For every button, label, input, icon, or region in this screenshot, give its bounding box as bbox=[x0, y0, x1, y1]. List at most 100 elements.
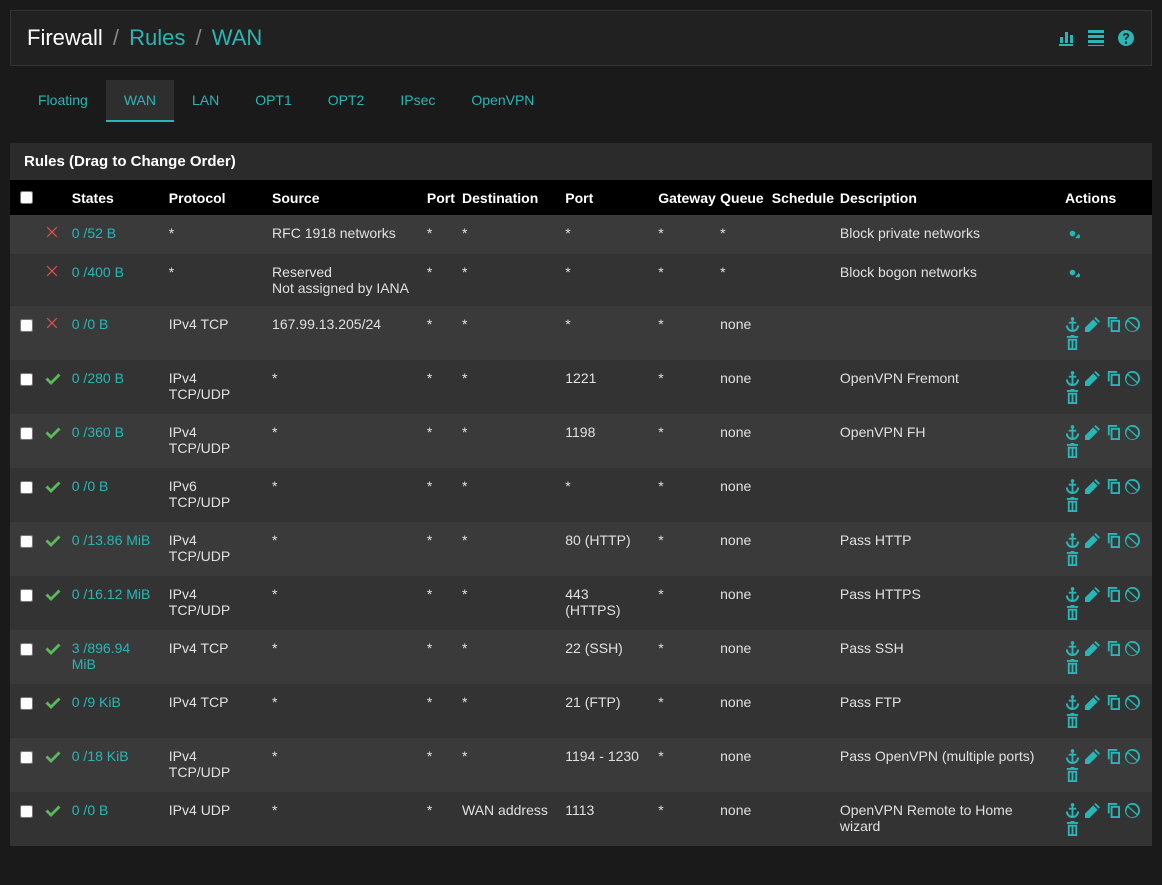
row-select-checkbox[interactable] bbox=[20, 481, 33, 494]
edit-icon[interactable] bbox=[1085, 748, 1101, 764]
delete-icon[interactable] bbox=[1065, 550, 1081, 566]
states-link[interactable]: 3 /896.94 MiB bbox=[72, 640, 130, 672]
breadcrumb-sub[interactable]: Rules bbox=[129, 25, 185, 50]
disable-icon[interactable] bbox=[1125, 316, 1141, 332]
row-select-checkbox[interactable] bbox=[20, 319, 33, 332]
bar-chart-icon[interactable] bbox=[1057, 29, 1075, 47]
anchor-icon[interactable] bbox=[1065, 532, 1081, 548]
tab-opt2[interactable]: OPT2 bbox=[310, 80, 383, 122]
settings-icon[interactable] bbox=[1065, 225, 1081, 241]
edit-icon[interactable] bbox=[1085, 370, 1101, 386]
rule-row[interactable]: 0 /16.12 MiBIPv4 TCP/UDP***443 (HTTPS)*n… bbox=[10, 576, 1152, 630]
delete-icon[interactable] bbox=[1065, 712, 1081, 728]
rule-row[interactable]: 0 /13.86 MiBIPv4 TCP/UDP***80 (HTTP)*non… bbox=[10, 522, 1152, 576]
disable-icon[interactable] bbox=[1125, 748, 1141, 764]
anchor-icon[interactable] bbox=[1065, 586, 1081, 602]
edit-icon[interactable] bbox=[1085, 532, 1101, 548]
help-icon[interactable] bbox=[1117, 29, 1135, 47]
copy-icon[interactable] bbox=[1105, 802, 1121, 818]
row-select-checkbox[interactable] bbox=[20, 751, 33, 764]
states-link[interactable]: 0 /0 B bbox=[72, 802, 109, 818]
disable-icon[interactable] bbox=[1125, 802, 1141, 818]
edit-icon[interactable] bbox=[1085, 478, 1101, 494]
pass-icon bbox=[45, 586, 61, 602]
states-link[interactable]: 0 /18 KiB bbox=[72, 748, 129, 764]
states-link[interactable]: 0 /360 B bbox=[72, 424, 124, 440]
row-select-checkbox[interactable] bbox=[20, 805, 33, 818]
row-select-checkbox[interactable] bbox=[20, 643, 33, 656]
rule-row[interactable]: 0 /280 BIPv4 TCP/UDP***1221*noneOpenVPN … bbox=[10, 360, 1152, 414]
delete-icon[interactable] bbox=[1065, 658, 1081, 674]
edit-icon[interactable] bbox=[1085, 316, 1101, 332]
disable-icon[interactable] bbox=[1125, 370, 1141, 386]
rule-row[interactable]: 0 /9 KiBIPv4 TCP***21 (FTP)*nonePass FTP bbox=[10, 684, 1152, 738]
tab-opt1[interactable]: OPT1 bbox=[237, 80, 310, 122]
tab-floating[interactable]: Floating bbox=[20, 80, 106, 122]
rule-row[interactable]: 0 /52 B*RFC 1918 networks*****Block priv… bbox=[10, 215, 1152, 254]
disable-icon[interactable] bbox=[1125, 478, 1141, 494]
rule-row[interactable]: 0 /0 BIPv6 TCP/UDP*****none bbox=[10, 468, 1152, 522]
edit-icon[interactable] bbox=[1085, 424, 1101, 440]
tab-lan[interactable]: LAN bbox=[174, 80, 237, 122]
row-select-checkbox[interactable] bbox=[20, 373, 33, 386]
states-link[interactable]: 0 /9 KiB bbox=[72, 694, 121, 710]
copy-icon[interactable] bbox=[1105, 694, 1121, 710]
copy-icon[interactable] bbox=[1105, 478, 1121, 494]
rule-row[interactable]: 0 /18 KiBIPv4 TCP/UDP***1194 - 1230*none… bbox=[10, 738, 1152, 792]
disable-icon[interactable] bbox=[1125, 694, 1141, 710]
anchor-icon[interactable] bbox=[1065, 640, 1081, 656]
copy-icon[interactable] bbox=[1105, 424, 1121, 440]
delete-icon[interactable] bbox=[1065, 388, 1081, 404]
anchor-icon[interactable] bbox=[1065, 424, 1081, 440]
delete-icon[interactable] bbox=[1065, 334, 1081, 350]
rule-row[interactable]: 0 /0 BIPv4 TCP167.99.13.205/24****none bbox=[10, 306, 1152, 360]
rule-row[interactable]: 0 /360 BIPv4 TCP/UDP***1198*noneOpenVPN … bbox=[10, 414, 1152, 468]
copy-icon[interactable] bbox=[1105, 532, 1121, 548]
row-select-checkbox[interactable] bbox=[20, 535, 33, 548]
states-link[interactable]: 0 /16.12 MiB bbox=[72, 586, 151, 602]
anchor-icon[interactable] bbox=[1065, 370, 1081, 386]
tab-wan[interactable]: WAN bbox=[106, 80, 174, 122]
rule-row[interactable]: 0 /400 B*ReservedNot assigned by IANA***… bbox=[10, 254, 1152, 306]
select-all-checkbox[interactable] bbox=[20, 191, 33, 204]
tab-ipsec[interactable]: IPsec bbox=[382, 80, 453, 122]
anchor-icon[interactable] bbox=[1065, 802, 1081, 818]
states-link[interactable]: 0 /0 B bbox=[72, 316, 109, 332]
rule-row[interactable]: 3 /896.94 MiBIPv4 TCP***22 (SSH)*nonePas… bbox=[10, 630, 1152, 684]
copy-icon[interactable] bbox=[1105, 640, 1121, 656]
breadcrumb-leaf[interactable]: WAN bbox=[212, 25, 263, 50]
edit-icon[interactable] bbox=[1085, 586, 1101, 602]
anchor-icon[interactable] bbox=[1065, 478, 1081, 494]
row-select-checkbox[interactable] bbox=[20, 427, 33, 440]
delete-icon[interactable] bbox=[1065, 442, 1081, 458]
delete-icon[interactable] bbox=[1065, 766, 1081, 782]
states-link[interactable]: 0 /400 B bbox=[72, 264, 124, 280]
edit-icon[interactable] bbox=[1085, 694, 1101, 710]
edit-icon[interactable] bbox=[1085, 802, 1101, 818]
copy-icon[interactable] bbox=[1105, 316, 1121, 332]
anchor-icon[interactable] bbox=[1065, 694, 1081, 710]
delete-icon[interactable] bbox=[1065, 820, 1081, 836]
row-select-checkbox[interactable] bbox=[20, 697, 33, 710]
settings-icon[interactable] bbox=[1065, 264, 1081, 280]
rule-row[interactable]: 0 /0 BIPv4 UDP**WAN address1113*noneOpen… bbox=[10, 792, 1152, 846]
disable-icon[interactable] bbox=[1125, 586, 1141, 602]
copy-icon[interactable] bbox=[1105, 370, 1121, 386]
anchor-icon[interactable] bbox=[1065, 748, 1081, 764]
disable-icon[interactable] bbox=[1125, 532, 1141, 548]
disable-icon[interactable] bbox=[1125, 424, 1141, 440]
copy-icon[interactable] bbox=[1105, 748, 1121, 764]
row-select-checkbox[interactable] bbox=[20, 589, 33, 602]
states-link[interactable]: 0 /52 B bbox=[72, 225, 116, 241]
states-link[interactable]: 0 /0 B bbox=[72, 478, 109, 494]
edit-icon[interactable] bbox=[1085, 640, 1101, 656]
disable-icon[interactable] bbox=[1125, 640, 1141, 656]
delete-icon[interactable] bbox=[1065, 604, 1081, 620]
copy-icon[interactable] bbox=[1105, 586, 1121, 602]
list-icon[interactable] bbox=[1087, 29, 1105, 47]
delete-icon[interactable] bbox=[1065, 496, 1081, 512]
tab-openvpn[interactable]: OpenVPN bbox=[453, 80, 552, 122]
states-link[interactable]: 0 /280 B bbox=[72, 370, 124, 386]
states-link[interactable]: 0 /13.86 MiB bbox=[72, 532, 151, 548]
anchor-icon[interactable] bbox=[1065, 316, 1081, 332]
